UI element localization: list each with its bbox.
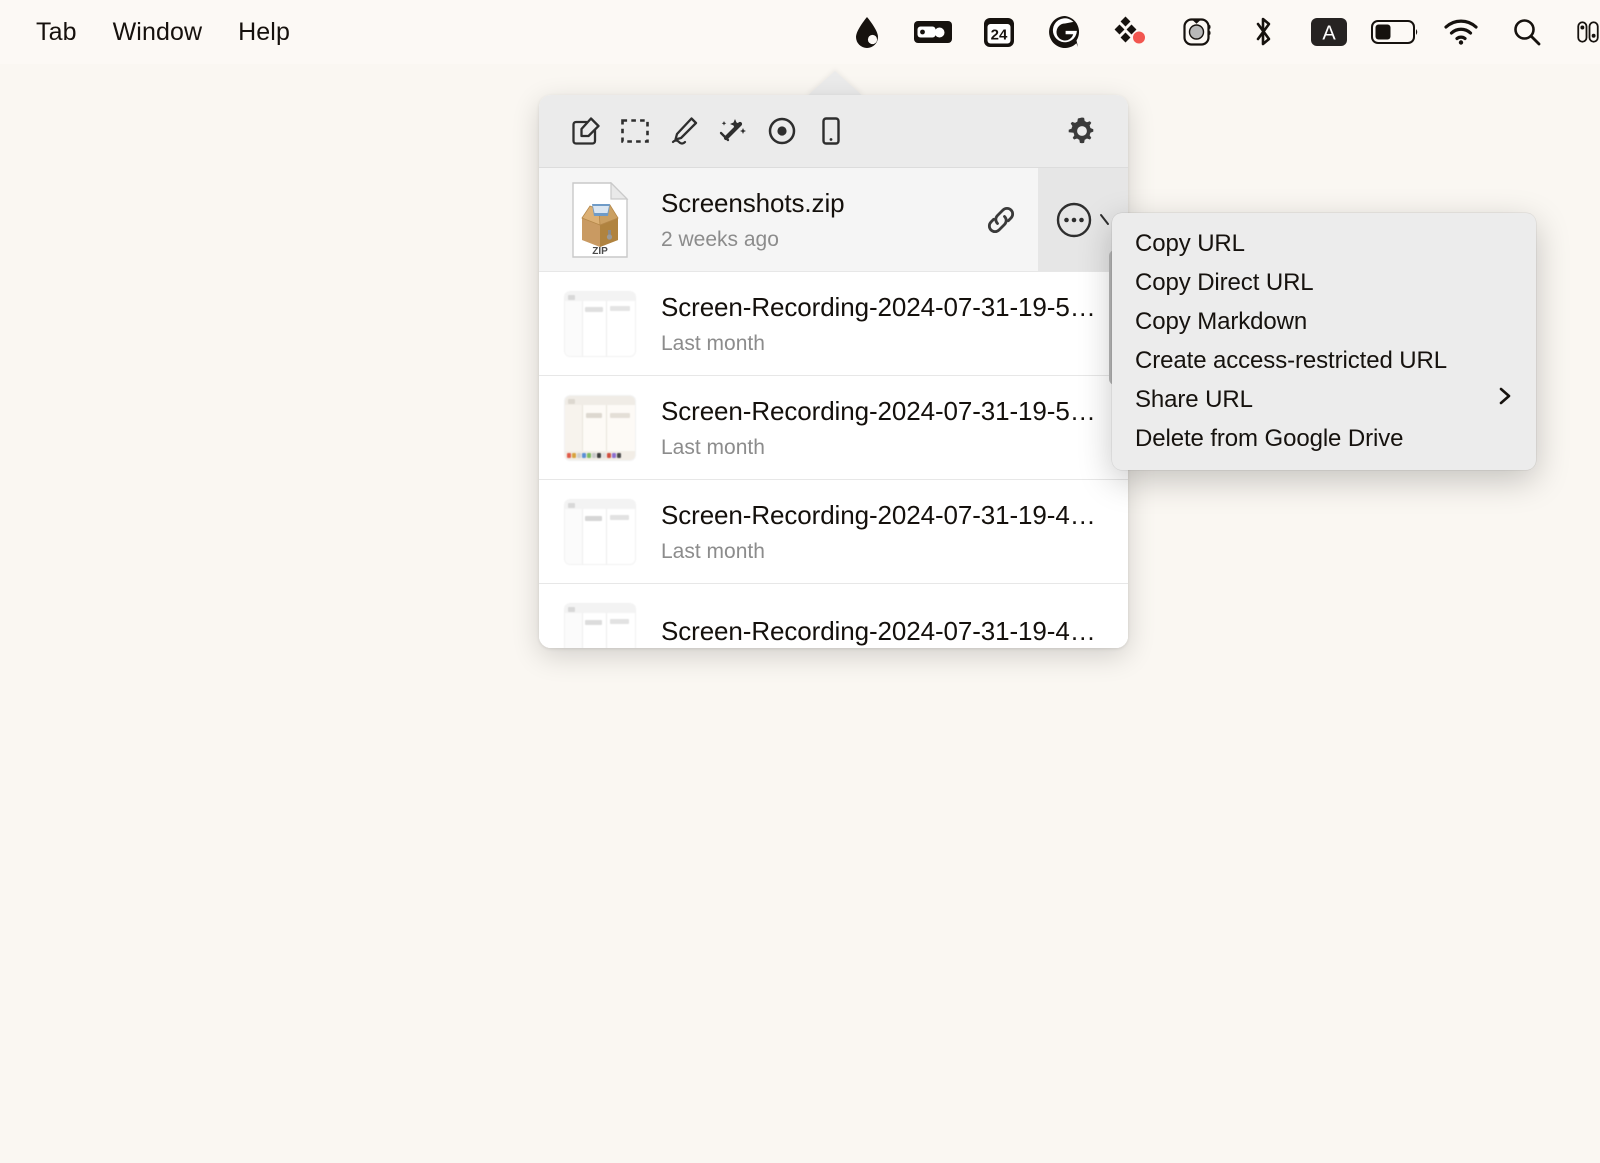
annotate-pen-button[interactable] <box>659 107 708 155</box>
menu-item-window[interactable]: Window <box>95 0 221 64</box>
file-thumbnail <box>563 389 637 467</box>
list-item[interactable]: ZIP Screenshots.zip 2 weeks ago <box>539 168 1128 272</box>
record-button[interactable] <box>757 107 806 155</box>
menu-item-help[interactable]: Help <box>220 0 308 64</box>
menu-bar-status-items: 24 A <box>834 0 1600 64</box>
file-thumbnail <box>563 493 637 571</box>
file-date: Last month <box>661 435 765 459</box>
battery-icon[interactable] <box>1362 0 1428 64</box>
desktop: Tab Window Help 24 A ZIP Screenshots.zip… <box>0 0 1600 1163</box>
file-meta: Screen-Recording-2024-07-31-19-5… Last m… <box>637 292 1128 356</box>
menu-item-tab[interactable]: Tab <box>18 0 95 64</box>
file-name: Screen-Recording-2024-07-31-19-5… <box>661 291 1096 322</box>
calendar-24-icon[interactable]: 24 <box>966 0 1032 64</box>
list-item[interactable]: Screen-Recording-2024-07-31-19-4… Last m… <box>539 480 1128 584</box>
file-meta: Screen-Recording-2024-07-31-19-4… <box>637 616 1128 649</box>
menu-item-label: Share URL <box>1135 385 1253 413</box>
menu-bar: Tab Window Help 24 A <box>0 0 1600 64</box>
svg-text:ZIP: ZIP <box>592 246 608 257</box>
row-actions <box>964 168 1128 271</box>
menu-item-copy-markdown[interactable]: Copy Markdown <box>1112 302 1536 341</box>
menu-item-create-access-restricted-url[interactable]: Create access-restricted URL <box>1112 341 1536 380</box>
file-date: Last month <box>661 331 765 355</box>
svg-text:24: 24 <box>991 27 1008 44</box>
file-meta: Screen-Recording-2024-07-31-19-5… Last m… <box>637 396 1128 460</box>
copy-link-button[interactable] <box>964 168 1038 271</box>
menu-item-label: Copy Markdown <box>1135 307 1308 335</box>
keyboard-input-A-icon[interactable]: A <box>1296 0 1362 64</box>
screenshot-thumbnail <box>565 395 635 460</box>
scrubber-wand-button[interactable] <box>708 107 757 155</box>
file-thumbnail <box>563 285 637 363</box>
control-center-icon[interactable] <box>1560 0 1600 64</box>
file-thumbnail <box>563 597 637 648</box>
screenshot-thumbnail <box>565 603 635 648</box>
menu-item-label: Delete from Google Drive <box>1135 424 1404 452</box>
list-item[interactable]: Screen-Recording-2024-07-31-19-4… <box>539 584 1128 648</box>
capture-edit-button[interactable] <box>561 107 610 155</box>
file-list[interactable]: ZIP Screenshots.zip 2 weeks ago Screen-R… <box>539 168 1128 648</box>
dropbox-dots-icon[interactable] <box>1098 0 1164 64</box>
file-meta: Screen-Recording-2024-07-31-19-4… Last m… <box>637 500 1128 564</box>
list-item[interactable]: Screen-Recording-2024-07-31-19-5… Last m… <box>539 376 1128 480</box>
menu-item-label: Copy URL <box>1135 229 1245 257</box>
file-name: Screen-Recording-2024-07-31-19-5… <box>661 395 1096 426</box>
screenshot-thumbnail <box>565 499 635 564</box>
submenu-chevron-icon <box>1496 384 1514 415</box>
menu-bar-app-menus: Tab Window Help <box>0 0 308 64</box>
wifi-icon[interactable] <box>1428 0 1494 64</box>
airpods-case-icon[interactable] <box>1164 0 1230 64</box>
menu-item-share-url[interactable]: Share URL <box>1112 380 1536 419</box>
bluetooth-icon[interactable] <box>1230 0 1296 64</box>
file-name: Screen-Recording-2024-07-31-19-4… <box>661 615 1096 646</box>
cloudapp-popover-panel: ZIP Screenshots.zip 2 weeks ago Screen-R… <box>539 95 1128 648</box>
menu-item-delete-from-google-drive[interactable]: Delete from Google Drive <box>1112 419 1536 458</box>
settings-gear-button[interactable] <box>1057 107 1106 155</box>
file-name: Screen-Recording-2024-07-31-19-4… <box>661 499 1096 530</box>
spotlight-search-icon[interactable] <box>1494 0 1560 64</box>
menu-item-label: Create access-restricted URL <box>1135 346 1447 374</box>
svg-text:A: A <box>1322 23 1336 45</box>
screenshot-thumbnail <box>565 291 635 356</box>
popover-pointer <box>806 71 864 97</box>
context-menu: Copy URL Copy Direct URL Copy Markdown C… <box>1112 213 1536 470</box>
popover-toolbar <box>539 95 1128 168</box>
grammarly-icon[interactable] <box>1032 0 1098 64</box>
file-date: Last month <box>661 539 765 563</box>
menu-item-copy-url[interactable]: Copy URL <box>1112 224 1536 263</box>
wallet-icon[interactable] <box>900 0 966 64</box>
crop-selection-button[interactable] <box>610 107 659 155</box>
menu-item-copy-direct-url[interactable]: Copy Direct URL <box>1112 263 1536 302</box>
list-item[interactable]: Screen-Recording-2024-07-31-19-5… Last m… <box>539 272 1128 376</box>
mobile-device-button[interactable] <box>806 107 855 155</box>
menu-item-label: Copy Direct URL <box>1135 268 1314 296</box>
zip-file-icon: ZIP <box>570 181 630 258</box>
droplet-icon[interactable] <box>834 0 900 64</box>
file-thumbnail: ZIP <box>563 181 637 259</box>
